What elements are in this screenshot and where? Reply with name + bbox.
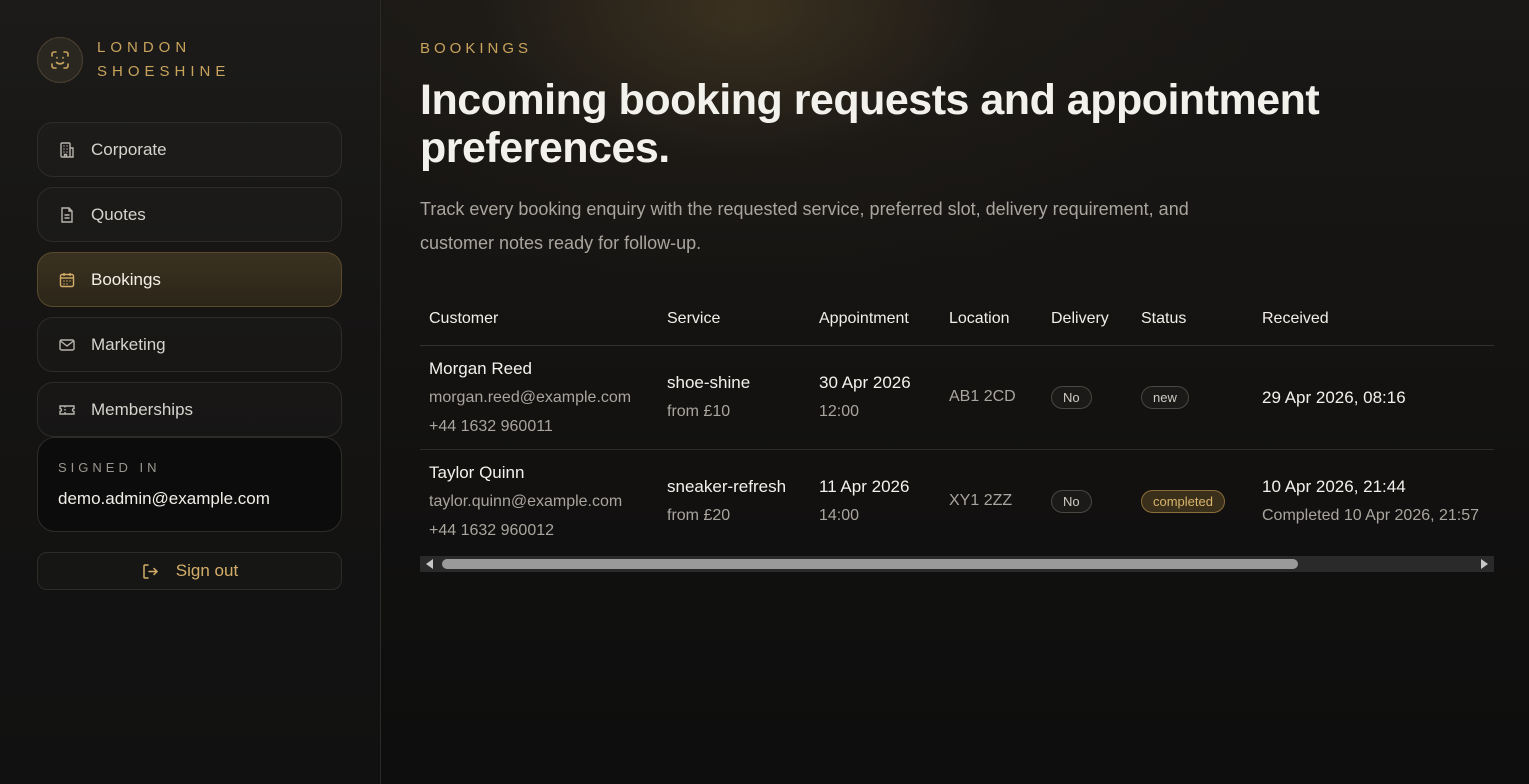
page-subtitle: Track every booking enquiry with the req… (420, 199, 1189, 253)
bookings-table-container: Customer Service Appointment Location De… (420, 294, 1494, 572)
appointment-cell: 11 Apr 2026 14:00 (810, 448, 940, 553)
brand[interactable]: LONDON SHOESHINE (37, 36, 342, 84)
status-cell: new (1132, 345, 1253, 449)
status-cell: completed (1132, 448, 1253, 553)
delivery-badge: No (1051, 489, 1092, 513)
sidebar-item-label: Quotes (91, 204, 146, 224)
service-cell: shoe-shine from £10 (658, 345, 810, 449)
ticket-icon (58, 401, 76, 419)
received-cell: 10 Apr 2026, 21:44 Completed 10 Apr 2026… (1253, 448, 1494, 553)
appointment-time: 14:00 (819, 507, 860, 525)
sidebar-nav: Corporate Quotes Bookings Marketing Memb… (37, 122, 342, 447)
status-badge: new (1141, 385, 1189, 409)
column-header-received: Received (1253, 294, 1494, 346)
customer-cell: Taylor Quinn taylor.quinn@example.com +4… (420, 448, 658, 553)
calendar-icon (58, 271, 76, 289)
customer-email: taylor.quinn@example.com (429, 492, 623, 510)
mail-icon (58, 336, 76, 354)
appointment-cell: 30 Apr 2026 12:00 (810, 345, 940, 449)
horizontal-scrollbar[interactable] (420, 556, 1494, 572)
main-content: BOOKINGS Incoming booking requests and a… (381, 0, 1529, 784)
column-header-customer: Customer (420, 294, 658, 346)
status-badge: completed (1141, 489, 1225, 513)
scan-face-icon (37, 37, 83, 83)
signed-in-label: SIGNED IN (58, 460, 161, 475)
received-date: 29 Apr 2026, 08:16 (1262, 387, 1406, 407)
scroll-left-arrow-icon[interactable] (426, 559, 433, 569)
building-icon (58, 141, 76, 159)
appointment-date: 30 Apr 2026 (819, 373, 911, 392)
received-cell: 29 Apr 2026, 08:16 (1253, 345, 1494, 449)
sidebar-item-label: Marketing (91, 334, 166, 354)
bookings-table: Customer Service Appointment Location De… (420, 294, 1494, 553)
appointment-date: 11 Apr 2026 (819, 477, 910, 497)
delivery-badge: No (1051, 385, 1092, 409)
service-name: shoe-shine (667, 373, 751, 392)
sidebar-item-bookings[interactable]: Bookings (37, 252, 342, 307)
column-header-status: Status (1132, 294, 1253, 346)
delivery-cell: No (1042, 448, 1132, 553)
sidebar-item-corporate[interactable]: Corporate (37, 122, 342, 177)
column-header-appointment: Appointment (810, 294, 940, 346)
sidebar-item-label: Bookings (91, 269, 161, 289)
customer-name: Taylor Quinn (429, 462, 525, 482)
service-price: from £10 (667, 403, 731, 420)
sidebar-item-quotes[interactable]: Quotes (37, 187, 342, 242)
scrollbar-thumb[interactable] (442, 559, 1298, 569)
sign-out-icon (141, 562, 160, 581)
delivery-cell: No (1042, 345, 1132, 449)
service-name: sneaker-refresh (667, 477, 787, 497)
customer-name: Morgan Reed (429, 358, 533, 378)
column-header-location: Location (940, 294, 1042, 346)
signed-in-email: demo.admin@example.com (58, 489, 270, 508)
customer-phone: +44 1632 960012 (429, 521, 555, 539)
sign-out-button[interactable]: Sign out (37, 552, 342, 590)
sign-out-label: Sign out (175, 561, 239, 580)
appointment-time: 12:00 (819, 403, 860, 420)
document-icon (58, 206, 76, 224)
location-cell: AB1 2CD (949, 388, 1016, 405)
page-eyebrow: BOOKINGS (420, 40, 533, 57)
customer-cell: Morgan Reed morgan.reed@example.com +44 … (420, 345, 658, 449)
location-cell: XY1 2ZZ (940, 448, 1042, 553)
service-cell: sneaker-refresh from £20 (658, 448, 810, 553)
column-header-delivery: Delivery (1042, 294, 1132, 346)
sidebar: LONDON SHOESHINE Corporate Quotes Bookin… (0, 0, 381, 784)
scroll-right-arrow-icon[interactable] (1481, 559, 1488, 569)
sidebar-item-label: Memberships (91, 399, 194, 419)
service-price: from £20 (667, 507, 731, 525)
customer-phone: +44 1632 960011 (429, 417, 553, 435)
customer-email: morgan.reed@example.com (429, 388, 632, 406)
signed-in-card: SIGNED IN demo.admin@example.com (37, 437, 342, 532)
received-note: Completed 10 Apr 2026, 21:57 (1262, 507, 1480, 525)
sidebar-item-label: Corporate (91, 139, 167, 159)
brand-line-1: LONDON (97, 39, 192, 56)
table-header-row: Customer Service Appointment Location De… (420, 294, 1494, 346)
page-title: Incoming booking requests and appointmen… (420, 76, 1320, 172)
app-root: LONDON SHOESHINE Corporate Quotes Bookin… (0, 0, 1529, 784)
brand-line-2: SHOESHINE (97, 63, 231, 80)
received-date: 10 Apr 2026, 21:44 (1262, 477, 1406, 497)
table-row[interactable]: Morgan Reed morgan.reed@example.com +44 … (420, 345, 1494, 449)
column-header-service: Service (658, 294, 810, 346)
sidebar-item-memberships[interactable]: Memberships (37, 382, 342, 437)
brand-name: LONDON SHOESHINE (97, 36, 230, 84)
table-row[interactable]: Taylor Quinn taylor.quinn@example.com +4… (420, 448, 1494, 553)
sidebar-item-marketing[interactable]: Marketing (37, 317, 342, 372)
